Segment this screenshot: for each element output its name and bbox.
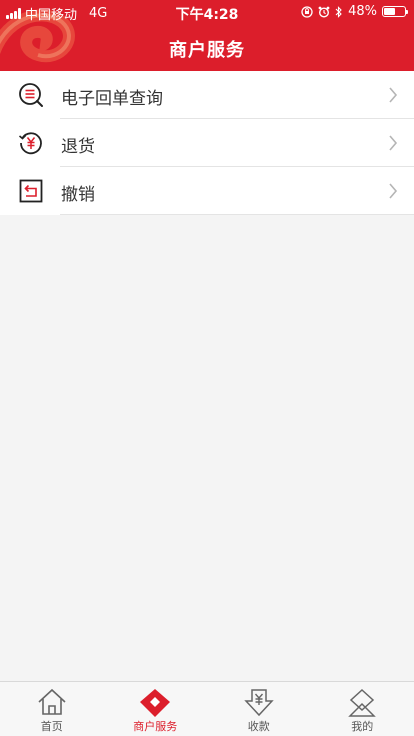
profile-icon [348,688,377,717]
tab-label: 商户服务 [133,720,178,733]
chevron-right-icon [389,183,398,199]
tab-merchant-service[interactable]: 商户服务 [104,682,208,736]
menu-item-refund[interactable]: 退货 [0,119,414,167]
row-divider [60,214,414,215]
tab-label: 首页 [40,720,63,733]
tab-receive-payment[interactable]: 收款 [207,682,311,736]
tab-mine[interactable]: 我的 [311,682,414,736]
battery-percent: 48% [348,4,377,19]
menu-item-label: 撤销 [61,185,95,205]
alarm-icon [318,6,330,18]
home-icon [38,688,66,715]
status-bar: 中国移动 4G 下午4:28 48% [0,0,414,24]
refund-yuan-icon [18,132,42,155]
service-menu: 电子回单查询 退货 撤销 [0,71,414,215]
bluetooth-icon [335,5,342,18]
chevron-right-icon [389,87,398,103]
menu-item-label: 电子回单查询 [61,89,163,109]
rotation-lock-icon [301,5,313,18]
chevron-right-icon [389,135,398,151]
bottom-tab-bar: 首页 商户服务 收款 我的 [0,681,414,736]
tab-home[interactable]: 首页 [0,682,104,736]
tab-label: 我的 [351,720,374,733]
page-title: 商户服务 [169,40,245,61]
menu-item-receipt-query[interactable]: 电子回单查询 [0,71,414,119]
search-list-icon [19,83,43,107]
app-header: 中国移动 4G 下午4:28 48% 商户服务 [0,0,414,71]
receive-yuan-icon [244,689,274,717]
battery-icon [382,6,408,17]
menu-item-cancel[interactable]: 撤销 [0,167,414,215]
menu-item-label: 退货 [61,137,95,157]
undo-icon [19,179,43,203]
merchant-diamond-icon [140,689,171,717]
tab-label: 收款 [247,720,270,733]
